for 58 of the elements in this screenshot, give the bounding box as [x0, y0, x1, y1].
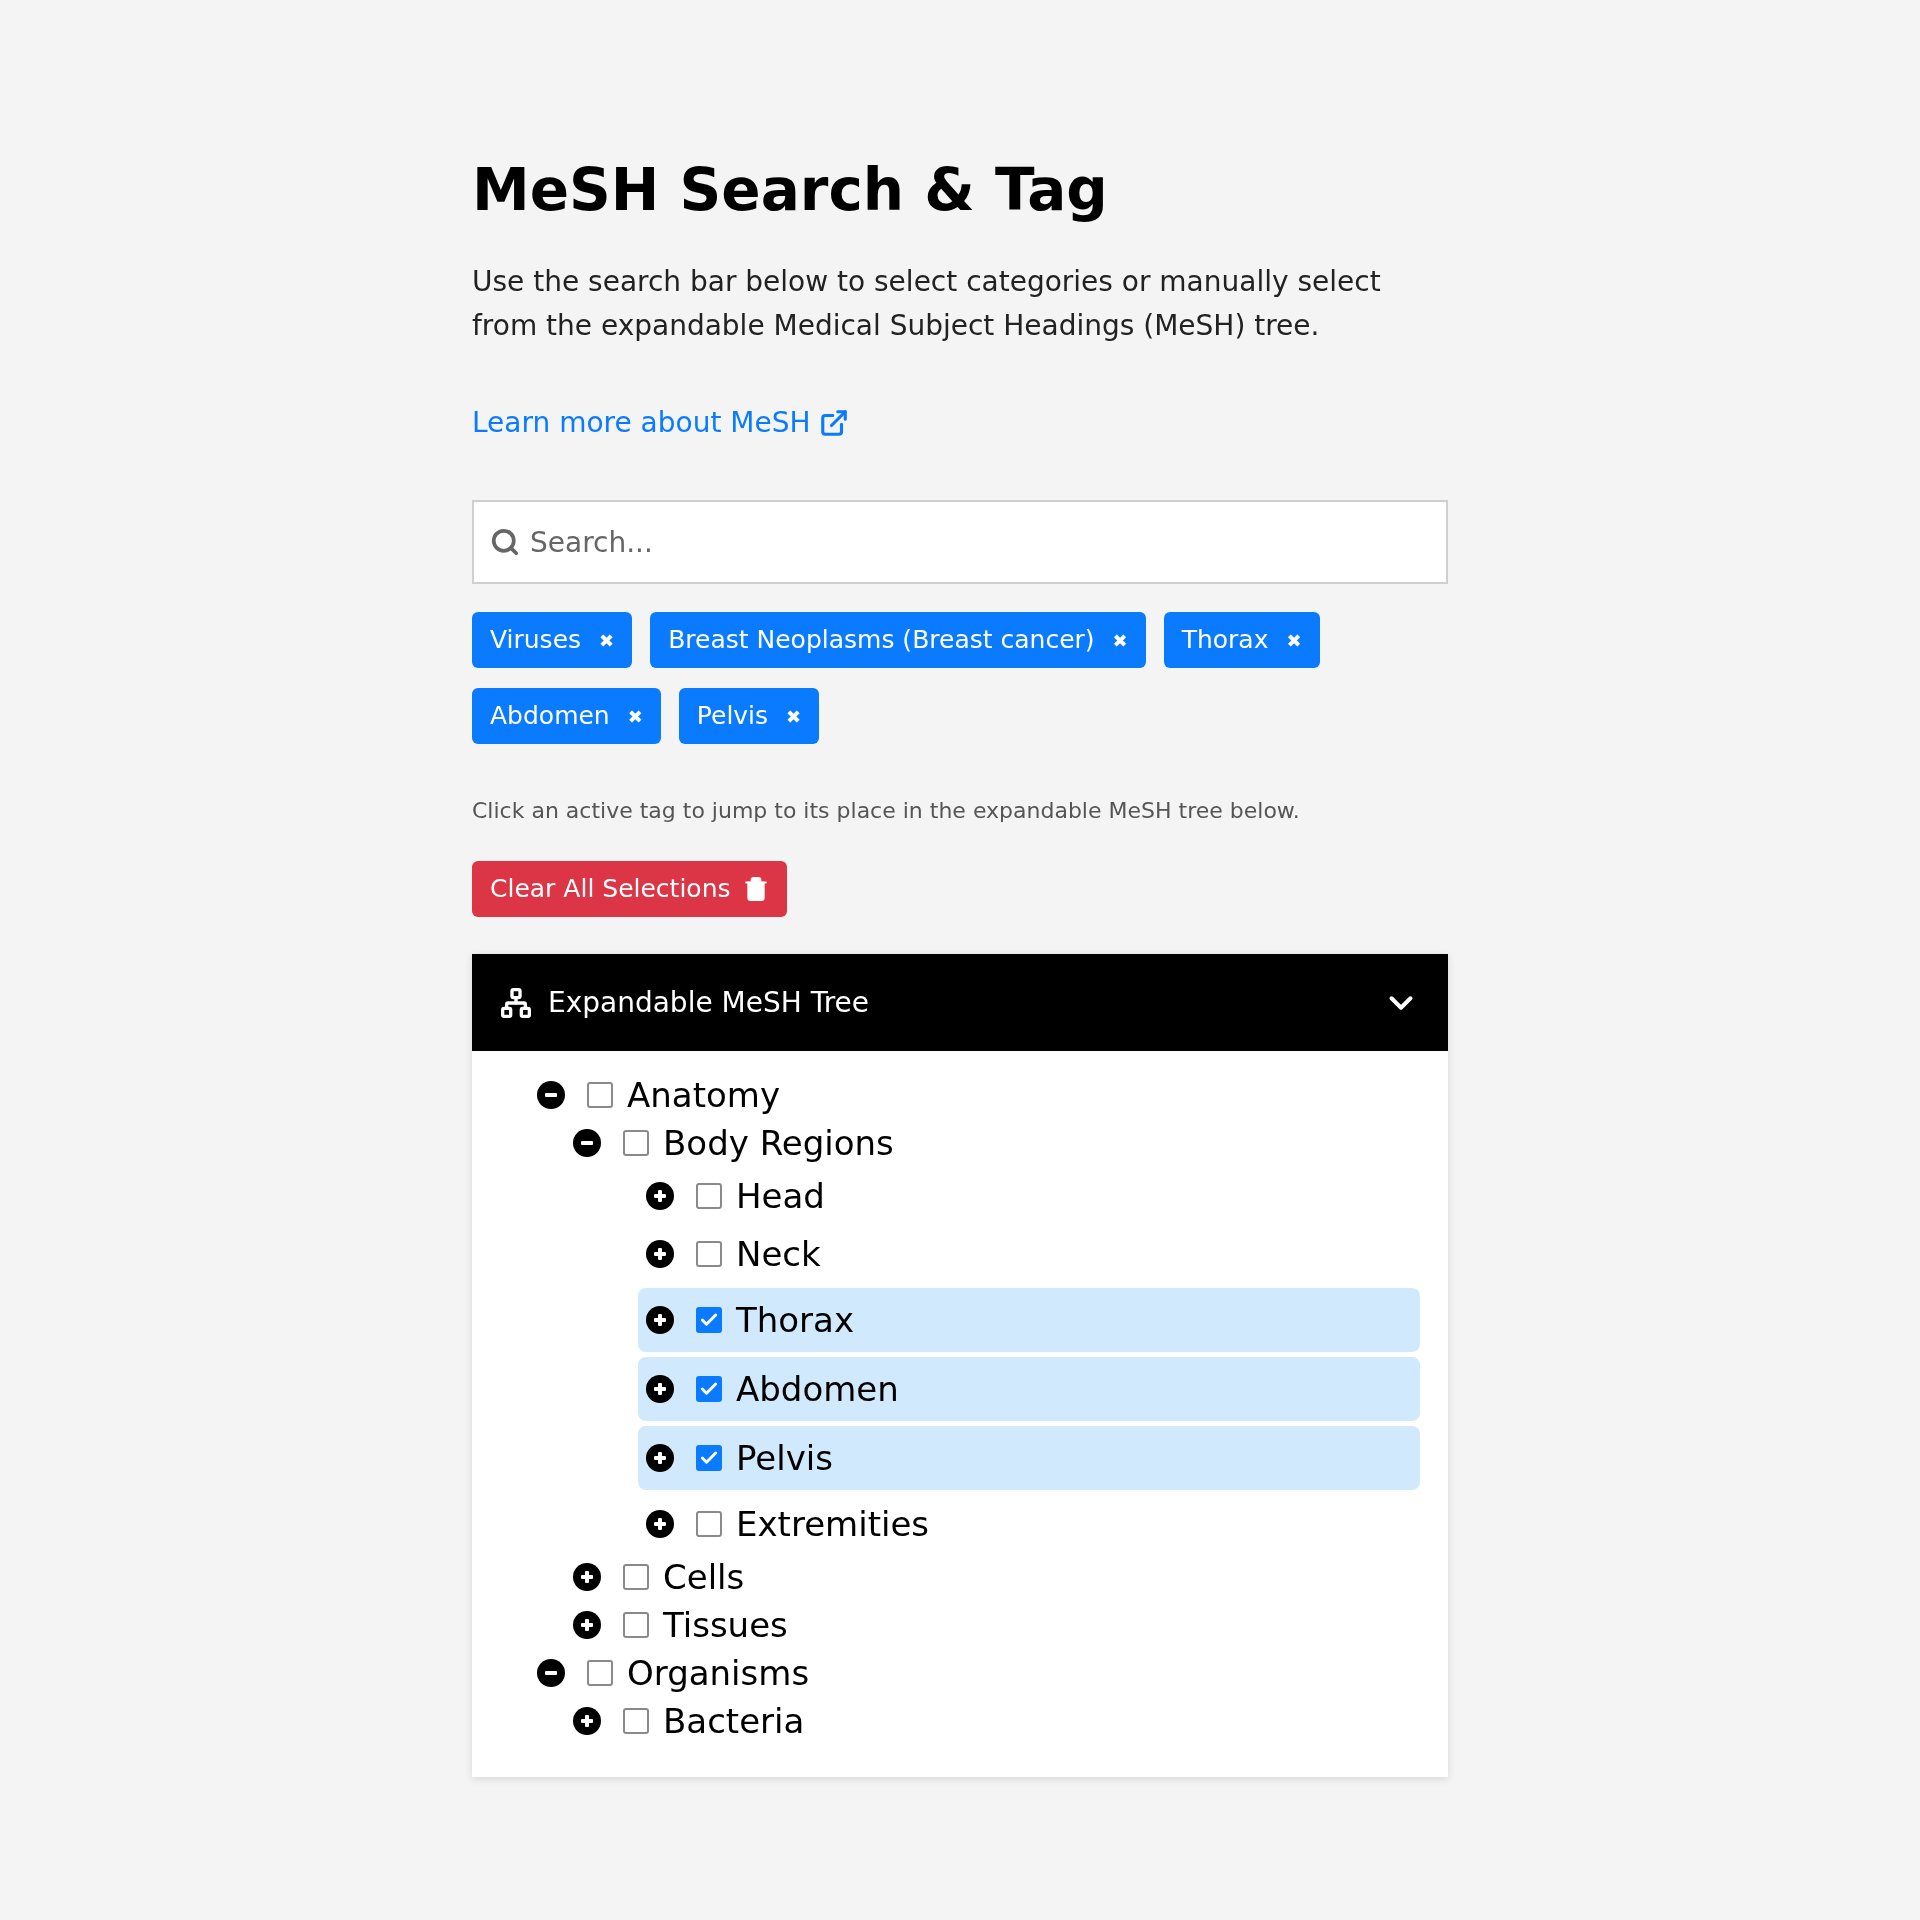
- tree-item-label[interactable]: Anatomy: [627, 1075, 781, 1115]
- tree-item-label[interactable]: Neck: [736, 1234, 821, 1274]
- expand-icon[interactable]: [646, 1444, 674, 1472]
- expand-icon[interactable]: [646, 1510, 674, 1538]
- tag[interactable]: Abdomen ✖: [472, 688, 661, 744]
- remove-tag-icon[interactable]: ✖: [599, 626, 615, 654]
- search-field[interactable]: Search...: [472, 500, 1448, 584]
- expand-icon[interactable]: [646, 1306, 674, 1334]
- learn-more-link[interactable]: Learn more about MeSH: [472, 402, 811, 444]
- tree-item-label[interactable]: Body Regions: [663, 1123, 894, 1163]
- tree-item-label[interactable]: Extremities: [736, 1504, 930, 1544]
- expand-icon[interactable]: [573, 1611, 601, 1639]
- tag[interactable]: Viruses ✖: [472, 612, 633, 668]
- tree-item-label[interactable]: Cells: [663, 1557, 745, 1597]
- collapse-icon[interactable]: [537, 1659, 565, 1687]
- search-icon: [490, 527, 520, 557]
- tree-item-label[interactable]: Thorax: [736, 1300, 855, 1340]
- trash-icon: [742, 876, 769, 902]
- checkbox[interactable]: [696, 1511, 722, 1537]
- tree-item-label[interactable]: Head: [736, 1176, 825, 1216]
- expand-icon[interactable]: [646, 1240, 674, 1268]
- checkbox[interactable]: [696, 1376, 722, 1402]
- checkbox[interactable]: [696, 1307, 722, 1333]
- tree-item-label[interactable]: Tissues: [663, 1605, 788, 1645]
- checkbox[interactable]: [587, 1082, 613, 1108]
- page-title: MeSH Search & Tag: [472, 155, 1109, 226]
- collapse-icon[interactable]: [573, 1129, 601, 1157]
- tag[interactable]: Pelvis ✖: [678, 688, 820, 744]
- remove-tag-icon[interactable]: ✖: [1112, 626, 1128, 654]
- checkbox[interactable]: [623, 1130, 649, 1156]
- remove-tag-icon[interactable]: ✖: [627, 702, 643, 730]
- tree-item-label[interactable]: Pelvis: [736, 1438, 833, 1478]
- remove-tag-icon[interactable]: ✖: [1286, 626, 1302, 654]
- checkbox[interactable]: [623, 1708, 649, 1734]
- clear-all-button[interactable]: Clear All Selections: [472, 861, 787, 917]
- tree-item-label[interactable]: Organisms: [627, 1653, 810, 1693]
- collapse-icon[interactable]: [537, 1081, 565, 1109]
- expand-icon[interactable]: [646, 1182, 674, 1210]
- checkbox[interactable]: [623, 1564, 649, 1590]
- expand-icon[interactable]: [573, 1563, 601, 1591]
- expand-icon[interactable]: [573, 1707, 601, 1735]
- description: Use the search bar below to select categories or manually select from the expandable Medical Subject Headings (MeSH) tree.: [472, 264, 1382, 344]
- external-link-icon: [818, 408, 849, 438]
- checkbox[interactable]: [696, 1241, 722, 1267]
- tag[interactable]: Thorax ✖: [1163, 612, 1320, 668]
- tree-item-label[interactable]: Bacteria: [663, 1701, 805, 1741]
- checkbox[interactable]: [623, 1612, 649, 1638]
- tag[interactable]: Breast Neoplasms (Breast cancer) ✖: [650, 612, 1146, 668]
- remove-tag-icon[interactable]: ✖: [786, 702, 802, 730]
- tree-panel-title: Expandable MeSH Tree: [548, 984, 870, 1021]
- helper-text: Click an active tag to jump to its place in the expandable MeSH tree below.: [472, 797, 1301, 825]
- checkbox[interactable]: [696, 1445, 722, 1471]
- tree-item-label[interactable]: Abdomen: [736, 1369, 899, 1409]
- expand-icon[interactable]: [646, 1375, 674, 1403]
- tree-panel-header[interactable]: Expandable MeSH Tree: [472, 954, 1448, 1051]
- checkbox[interactable]: [696, 1183, 722, 1209]
- hierarchy-icon: [500, 986, 532, 1019]
- checkbox[interactable]: [587, 1660, 613, 1686]
